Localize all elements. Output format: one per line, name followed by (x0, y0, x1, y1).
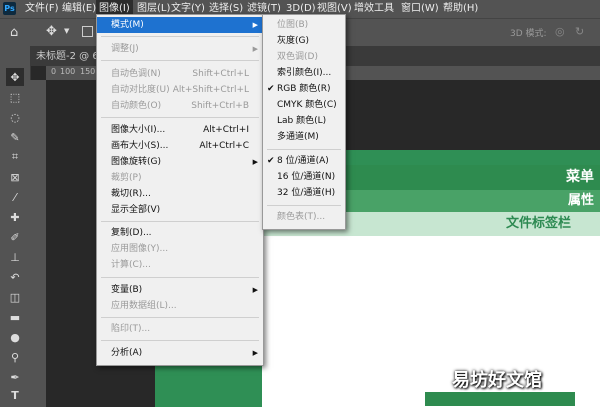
menu-separator (101, 117, 259, 118)
home-icon[interactable]: ⌂ (10, 25, 18, 40)
menu-item-mode[interactable]: 模式(M) ▶ (97, 17, 263, 33)
menu-item-image-rotation[interactable]: 图像旋转(G) ▶ (97, 154, 263, 170)
menu-item-adjustments[interactable]: 调整(J) ▶ (97, 41, 263, 57)
3d-rotate-icon[interactable]: ↻ (575, 25, 584, 38)
healing-brush-tool-icon[interactable]: ✚ (6, 208, 24, 226)
menu-item-trap[interactable]: 陷印(T)... (97, 321, 263, 337)
ruler-label: 0 (51, 67, 57, 76)
brush-tool-icon[interactable]: ✐ (6, 228, 24, 246)
submenu-arrow-icon: ▶ (252, 286, 258, 294)
eyedropper-tool-icon[interactable]: ⁄ (6, 188, 24, 206)
menu-item-analysis[interactable]: 分析(A) ▶ (97, 345, 263, 361)
watermark-text: 易坊好文馆 (452, 370, 542, 391)
menu-separator (101, 36, 259, 37)
menu-item-calculations[interactable]: 计算(C)... (97, 257, 263, 273)
menu-item-auto-color[interactable]: 自动颜色(O) Shift+Ctrl+B (97, 98, 263, 114)
menu-file[interactable]: 文件(F) (22, 0, 62, 18)
image-menu-dropdown: 模式(M) ▶ 调整(J) ▶ 自动色调(N) Shift+Ctrl+L 自动对比度(… (96, 14, 264, 366)
menu-separator (267, 205, 341, 206)
menu-item-bitmap[interactable]: 位图(B) (263, 17, 345, 33)
menu-item-auto-contrast[interactable]: 自动对比度(U) Alt+Shift+Ctrl+L (97, 82, 263, 98)
quick-select-tool-icon[interactable]: ✎ (6, 128, 24, 146)
menu-item-grayscale[interactable]: 灰度(G) (263, 33, 345, 49)
menu-item-cmyk-color[interactable]: CMYK 颜色(C) (263, 97, 345, 113)
move-tool-icon[interactable]: ✥ (46, 24, 57, 39)
menu-item-reveal-all[interactable]: 显示全部(V) (97, 202, 263, 218)
menu-item-variables[interactable]: 变量(B) ▶ (97, 282, 263, 298)
type-tool-icon[interactable]: T (6, 386, 24, 404)
eraser-tool-icon[interactable]: ◫ (6, 288, 24, 306)
submenu-arrow-icon: ▶ (252, 21, 258, 29)
ruler-label: 100 (60, 67, 76, 76)
pen-tool-icon[interactable]: ✒ (6, 368, 24, 386)
3d-orbit-icon[interactable]: ◎ (555, 25, 565, 38)
menu-item-multichannel[interactable]: 多通道(M) (263, 129, 345, 145)
menu-item-16-bit[interactable]: 16 位/通道(N) (263, 169, 345, 185)
menu-item-crop[interactable]: 裁剪(P) (97, 170, 263, 186)
lasso-tool-icon[interactable]: ◌ (6, 108, 24, 126)
photoshop-logo: Ps (3, 2, 16, 15)
blur-tool-icon[interactable]: ● (6, 328, 24, 346)
menu-separator (101, 317, 259, 318)
menu-separator (101, 221, 259, 222)
menu-item-image-size[interactable]: 图像大小(I)... Alt+Ctrl+I (97, 122, 263, 138)
menu-item-apply-image[interactable]: 应用图像(Y)... (97, 241, 263, 257)
menu-plugins[interactable]: 增效工具 (351, 0, 397, 18)
menu-separator (101, 277, 259, 278)
menu-item-duplicate[interactable]: 复制(D)... (97, 225, 263, 241)
clone-stamp-tool-icon[interactable]: ⊥ (6, 248, 24, 266)
menu-item-apply-data-set[interactable]: 应用数据组(L)... (97, 298, 263, 314)
submenu-arrow-icon: ▶ (252, 45, 258, 53)
marquee-tool-icon[interactable]: ⬚ (6, 88, 24, 106)
menu-item-lab-color[interactable]: Lab 颜色(L) (263, 113, 345, 129)
menu-separator (267, 149, 341, 150)
crop-tool-icon[interactable]: ⌗ (6, 148, 24, 166)
dodge-tool-icon[interactable]: ⚲ (6, 348, 24, 366)
tools-panel: ✥ ⬚ ◌ ✎ ⌗ ⊠ ⁄ ✚ ✐ ⊥ ↶ ◫ ▬ ● ⚲ ✒ T (0, 46, 31, 407)
menu-item-canvas-size[interactable]: 画布大小(S)... Alt+Ctrl+C (97, 138, 263, 154)
menu-item-duotone[interactable]: 双色调(D) (263, 49, 345, 65)
auto-select-checkbox[interactable] (82, 26, 93, 37)
document-tab[interactable]: 未标题-2 @ 64 (36, 48, 105, 66)
submenu-arrow-icon: ▶ (252, 349, 258, 357)
menu-separator (101, 60, 259, 61)
menu-item-rgb-color[interactable]: ✔ RGB 颜色(R) (263, 81, 345, 97)
mode-submenu: 位图(B) 灰度(G) 双色调(D) 索引颜色(I)... ✔ RGB 颜色(R)… (262, 14, 346, 230)
vertical-ruler (30, 80, 46, 407)
canvas-large-glyph (425, 392, 575, 407)
menu-item-auto-tone[interactable]: 自动色调(N) Shift+Ctrl+L (97, 66, 263, 82)
menu-item-color-table[interactable]: 颜色表(T)... (263, 209, 345, 225)
frame-tool-icon[interactable]: ⊠ (6, 168, 24, 186)
move-tool-icon[interactable]: ✥ (6, 68, 24, 86)
menu-item-indexed-color[interactable]: 索引颜色(I)... (263, 65, 345, 81)
submenu-arrow-icon: ▶ (252, 158, 258, 166)
menu-separator (101, 340, 259, 341)
document-white-area (262, 236, 600, 407)
menu-item-trim[interactable]: 裁切(R)... (97, 186, 263, 202)
ruler-label: 150 (80, 67, 96, 76)
chevron-down-icon[interactable]: ▼ (64, 27, 69, 35)
history-brush-tool-icon[interactable]: ↶ (6, 268, 24, 286)
menu-item-32-bit[interactable]: 32 位/通道(H) (263, 185, 345, 201)
checkmark-icon: ✔ (267, 84, 275, 94)
menu-window[interactable]: 窗口(W) (398, 0, 442, 18)
menu-item-8-bit[interactable]: ✔ 8 位/通道(A) (263, 153, 345, 169)
3d-mode-label: 3D 模式: (510, 29, 547, 39)
menu-help[interactable]: 帮助(H) (440, 0, 481, 18)
menu-edit[interactable]: 编辑(E) (59, 0, 99, 18)
checkmark-icon: ✔ (267, 156, 275, 166)
gradient-tool-icon[interactable]: ▬ (6, 308, 24, 326)
